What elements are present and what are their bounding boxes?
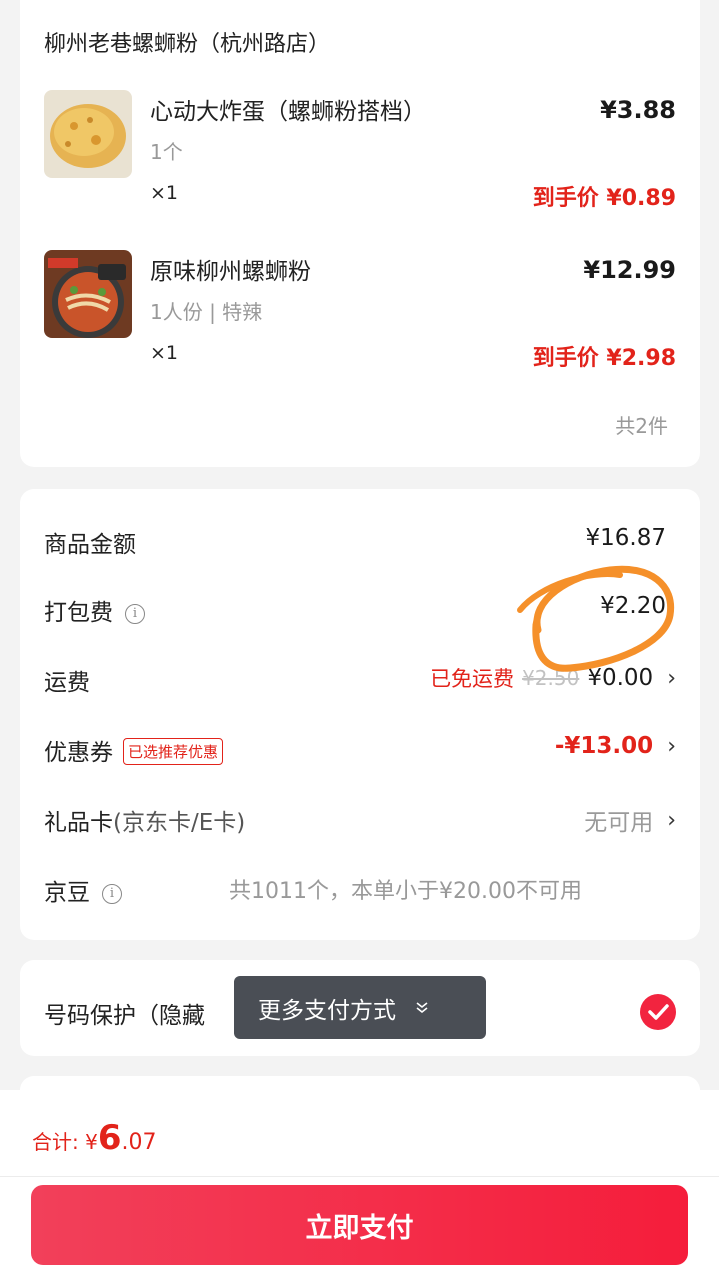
gift-card-row[interactable]: 礼品卡(京东卡/E卡) 无可用 › — [44, 797, 676, 841]
chevron-right-icon: › — [667, 807, 676, 833]
total-decimal: .07 — [121, 1130, 157, 1155]
more-payment-methods-label: 更多支付方式 — [258, 997, 396, 1024]
chevron-right-icon: › — [667, 665, 676, 691]
shop-card: 柳州老巷螺蛳粉（杭州路店） 心动大炸蛋（螺蛳粉搭档） 1个 ×1 ¥3.88 到… — [20, 0, 700, 467]
chevron-right-icon: › — [667, 733, 676, 759]
info-icon[interactable]: i — [102, 884, 122, 904]
total-integer: 6 — [97, 1118, 122, 1158]
gift-card-value: 无可用 — [584, 810, 654, 836]
shop-name[interactable]: 柳州老巷螺蛳粉（杭州路店） — [44, 26, 330, 58]
coupon-row[interactable]: 优惠券 已选推荐优惠 -¥13.00 › — [44, 727, 676, 771]
more-payment-methods-button[interactable]: 更多支付方式 — [234, 976, 486, 1039]
jd-bean-label: 京豆 — [44, 880, 90, 906]
item-spec: 1个 — [150, 140, 183, 164]
item-price: ¥12.99 — [583, 256, 676, 284]
item-count: 共2件 — [615, 414, 668, 438]
item-quantity: ×1 — [150, 182, 179, 204]
item-spec: 1人份 | 特辣 — [150, 300, 263, 324]
jd-bean-row: 京豆 i 共1011个，本单小于¥20.00不可用 — [44, 867, 676, 911]
shipping-value: ¥0.00 — [587, 665, 654, 691]
jd-bean-hint: 共1011个，本单小于¥20.00不可用 — [229, 879, 582, 904]
total-label: 合计: ¥ — [32, 1130, 98, 1154]
checkmark-icon[interactable] — [640, 994, 676, 1030]
shipping-label: 运费 — [44, 670, 90, 696]
chevron-down-icon — [414, 995, 430, 1021]
item-name: 心动大炸蛋（螺蛳粉搭档） — [150, 99, 426, 125]
item-thumbnail — [44, 90, 132, 178]
original-shipping-fee: ¥2.50 — [522, 666, 580, 690]
pay-now-button[interactable]: 立即支付 — [31, 1185, 688, 1265]
item-final-price: 到手价 ¥0.89 — [532, 186, 676, 211]
fees-card: 商品金额 ¥16.87 打包费 i ¥2.20 运费 已免运费 ¥2.50 ¥0.… — [20, 489, 700, 940]
gift-card-label: 礼品卡 — [44, 810, 113, 836]
shipping-row[interactable]: 运费 已免运费 ¥2.50 ¥0.00 › — [44, 657, 676, 701]
item-quantity: ×1 — [150, 342, 179, 364]
total-amount: 合计: ¥6.07 — [32, 1118, 157, 1158]
item-thumbnail — [44, 250, 132, 338]
item-name: 原味柳州螺蛳粉 — [150, 259, 311, 285]
item-price: ¥3.88 — [600, 96, 676, 124]
coupon-label: 优惠券 — [44, 740, 113, 766]
bottom-bar: 合计: ¥6.07 立即支付 — [0, 1090, 719, 1287]
order-item[interactable]: 心动大炸蛋（螺蛳粉搭档） 1个 ×1 ¥3.88 到手价 ¥0.89 — [44, 90, 676, 240]
number-protection-label: 号码保护（隐藏 — [44, 1003, 205, 1029]
divider — [0, 1176, 719, 1177]
goods-amount-row: 商品金额 ¥16.87 — [44, 519, 676, 563]
coupon-value: -¥13.00 — [554, 733, 654, 759]
goods-amount-label: 商品金额 — [44, 532, 136, 558]
packing-fee-label: 打包费 — [44, 600, 113, 626]
coupon-tag: 已选推荐优惠 — [123, 738, 224, 765]
free-shipping-text: 已免运费 — [430, 667, 515, 691]
gift-card-sublabel: (京东卡/E卡) — [113, 810, 246, 836]
item-final-price: 到手价 ¥2.98 — [532, 346, 676, 371]
packing-fee-row: 打包费 i ¥2.20 — [44, 587, 676, 631]
packing-fee-value: ¥2.20 — [600, 593, 666, 619]
info-icon[interactable]: i — [125, 604, 145, 624]
order-item[interactable]: 原味柳州螺蛳粉 1人份 | 特辣 ×1 ¥12.99 到手价 ¥2.98 — [44, 250, 676, 400]
goods-amount-value: ¥16.87 — [585, 525, 666, 551]
